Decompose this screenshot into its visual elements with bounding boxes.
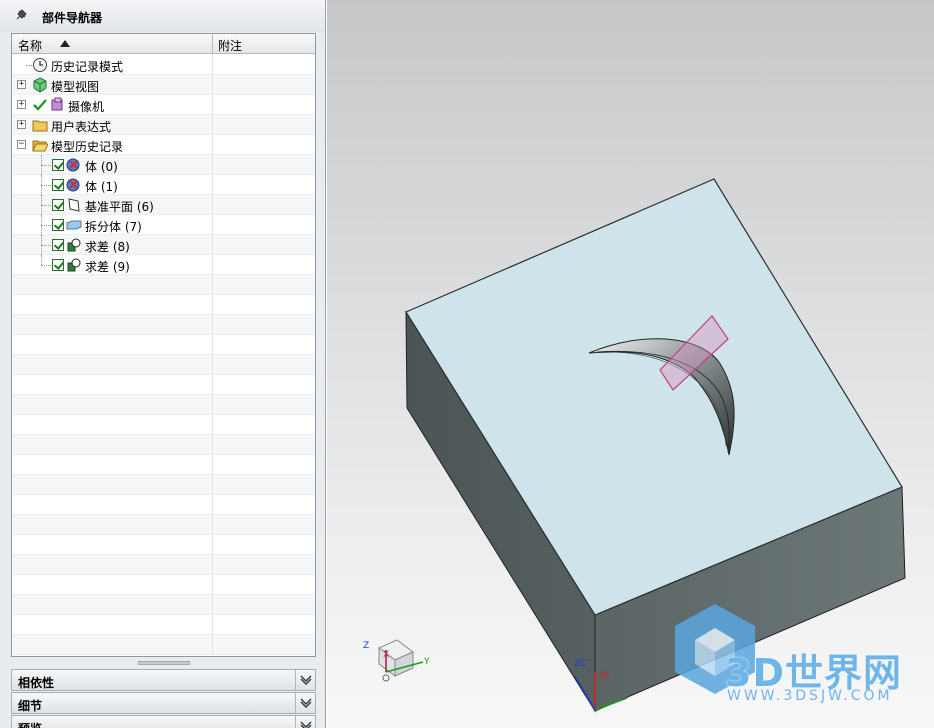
- tree-row-camera[interactable]: + 摄像机: [12, 95, 315, 115]
- tree-label: 模型历史记录: [51, 140, 124, 154]
- folder-open-icon: [32, 140, 48, 152]
- expand-icon[interactable]: +: [17, 120, 26, 129]
- panel-label: 相依性: [18, 676, 55, 690]
- chevron-down-icon[interactable]: [295, 693, 315, 713]
- tree-row-history-mode[interactable]: 历史记录模式: [12, 55, 315, 75]
- tree-label: 求差 (9): [85, 260, 130, 274]
- tree-label: 体 (0): [85, 160, 118, 174]
- pin-icon[interactable]: [14, 8, 28, 22]
- empty-row: [12, 275, 315, 295]
- tree-label: 求差 (8): [85, 240, 130, 254]
- watermark-url: WWW.3DSJW.COM: [727, 688, 893, 704]
- empty-row: [12, 475, 315, 495]
- body-icon: [66, 158, 80, 172]
- chevron-down-icon[interactable]: [295, 716, 315, 728]
- empty-row: [12, 635, 315, 655]
- folder-icon: [32, 120, 48, 132]
- axis-label-x: X: [383, 650, 390, 660]
- visibility-checkbox[interactable]: [52, 159, 64, 171]
- view-triad[interactable]: [378, 639, 424, 682]
- empty-row: [12, 615, 315, 635]
- empty-row: [12, 375, 315, 395]
- panel-preview[interactable]: 预览: [11, 715, 316, 728]
- axis-label-z: Z: [363, 641, 370, 651]
- navigator-header: 部件导航器: [0, 0, 325, 32]
- panel-details[interactable]: 细节: [11, 692, 316, 714]
- empty-row: [12, 435, 315, 455]
- panel-label: 预览: [18, 720, 42, 728]
- model-scene[interactable]: [327, 0, 934, 728]
- tree-row-subtract-8[interactable]: 求差 (8): [12, 235, 315, 255]
- empty-row: [12, 415, 315, 435]
- tree-label: 基准平面 (6): [85, 200, 154, 214]
- empty-row: [12, 535, 315, 555]
- navigator-tree: 名称 附注 历史记录模式 + 模型视图 + 摄像机 + 用户表达式 − 模型历史…: [11, 33, 316, 657]
- column-header-name[interactable]: 名称: [18, 37, 42, 54]
- datum-plane-icon: [68, 198, 80, 212]
- tree-row-datum-plane[interactable]: 基准平面 (6): [12, 195, 315, 215]
- tree-label: 体 (1): [85, 180, 118, 194]
- axis-label-zc: ZC: [574, 659, 587, 669]
- tree-row-model-history[interactable]: − 模型历史记录: [12, 135, 315, 155]
- empty-row: [12, 335, 315, 355]
- visibility-checkbox[interactable]: [52, 199, 64, 211]
- tree-row-model-views[interactable]: + 模型视图: [12, 75, 315, 95]
- empty-row: [12, 455, 315, 475]
- expand-icon[interactable]: +: [17, 100, 26, 109]
- split-body-icon: [66, 220, 82, 230]
- column-header-note[interactable]: 附注: [218, 37, 242, 54]
- checkmark-icon: [33, 99, 47, 111]
- empty-row: [12, 315, 315, 335]
- tree-row-user-expressions[interactable]: + 用户表达式: [12, 115, 315, 135]
- subtract-icon: [67, 238, 81, 252]
- empty-row: [12, 575, 315, 595]
- collapse-icon[interactable]: −: [17, 140, 26, 149]
- empty-row: [12, 355, 315, 375]
- column-divider[interactable]: [212, 34, 213, 54]
- empty-row: [12, 555, 315, 575]
- empty-row: [12, 515, 315, 535]
- tree-label: 用户表达式: [51, 120, 112, 134]
- expand-icon[interactable]: +: [17, 80, 26, 89]
- graphics-viewport[interactable]: Z X Y ZC XC 3D世界网 WWW.3DSJW.COM: [327, 0, 934, 728]
- tree-row-body-1[interactable]: 体 (1): [12, 175, 315, 195]
- subtract-icon: [67, 258, 81, 272]
- panel-label: 细节: [18, 699, 43, 713]
- empty-row: [12, 495, 315, 515]
- clock-icon: [33, 58, 47, 72]
- axis-label-y: Y: [424, 657, 430, 667]
- axis-label-xc: XC: [599, 671, 611, 681]
- tree-row-subtract-9[interactable]: 求差 (9): [12, 255, 315, 275]
- sort-ascending-icon[interactable]: [60, 40, 70, 47]
- visibility-checkbox[interactable]: [52, 179, 64, 191]
- splitter-grip[interactable]: [138, 661, 190, 665]
- tree-row-split-body[interactable]: 拆分体 (7): [12, 215, 315, 235]
- visibility-checkbox[interactable]: [52, 219, 64, 231]
- tree-row-body-0[interactable]: 体 (0): [12, 155, 315, 175]
- tree-header: 名称 附注: [12, 34, 315, 54]
- tree-label: 拆分体 (7): [85, 220, 142, 234]
- tree-rows: 历史记录模式 + 模型视图 + 摄像机 + 用户表达式 − 模型历史记录 体 (…: [12, 55, 315, 655]
- tree-label: 模型视图: [51, 80, 100, 94]
- chevron-down-icon[interactable]: [295, 670, 315, 690]
- visibility-checkbox[interactable]: [52, 239, 64, 251]
- empty-row: [12, 295, 315, 315]
- panel-dependencies[interactable]: 相依性: [11, 669, 316, 691]
- navigator-title: 部件导航器: [42, 11, 103, 25]
- part-navigator-panel: 部件导航器 名称 附注 历史记录模式 + 模型视图 + 摄像机 + 用户表达式 …: [0, 0, 326, 728]
- empty-row: [12, 395, 315, 415]
- panel-splitter[interactable]: [11, 659, 316, 667]
- tree-label: 历史记录模式: [51, 60, 124, 74]
- body-icon: [66, 178, 80, 192]
- camera-icon: [51, 97, 63, 111]
- visibility-checkbox[interactable]: [52, 259, 64, 271]
- empty-row: [12, 595, 315, 615]
- cube-view-icon: [33, 77, 47, 93]
- tree-label: 摄像机: [68, 100, 105, 114]
